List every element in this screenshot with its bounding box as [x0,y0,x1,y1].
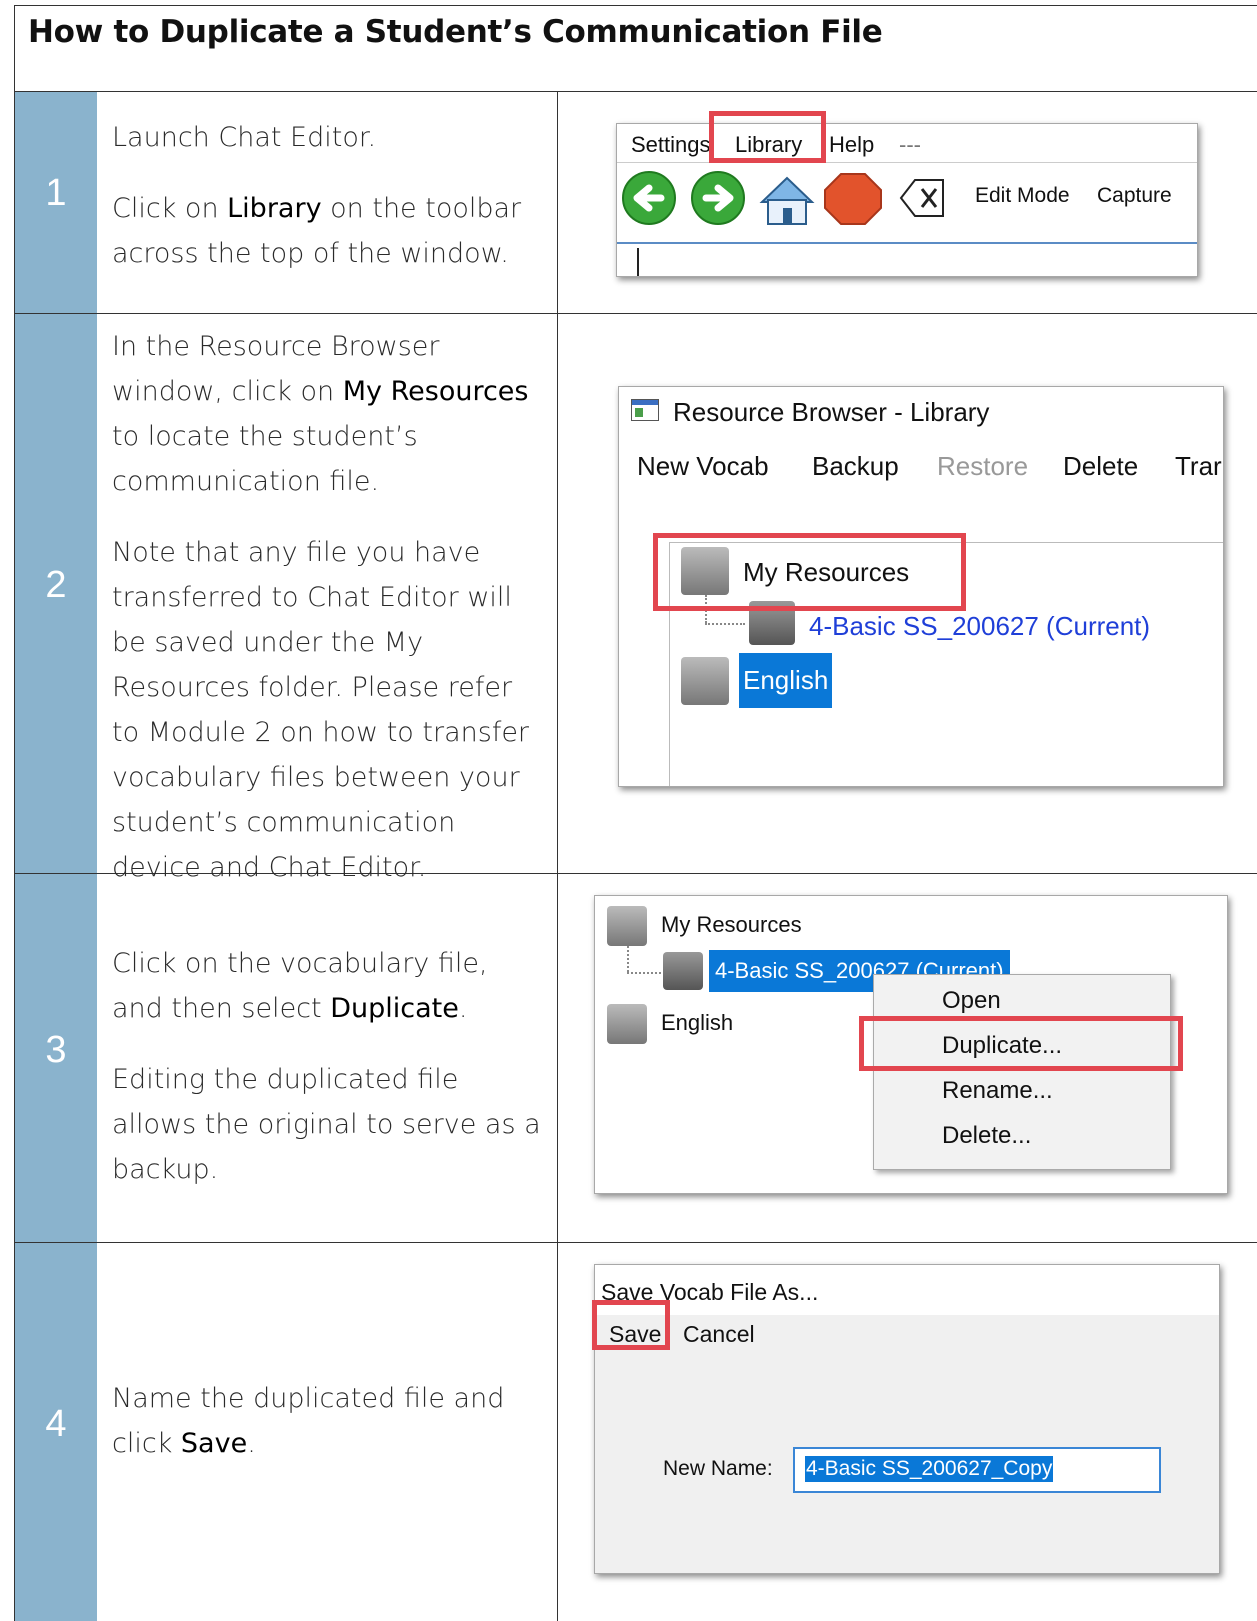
step-number: 2 [45,564,67,606]
restore-button[interactable]: Restore [937,451,1028,482]
stop-icon [824,173,882,225]
library-icon [607,906,647,946]
back-icon [622,171,676,225]
tree-my-resources[interactable]: My Resources [661,912,802,938]
step-2-text: In the Resource Browser window, click on… [112,324,542,916]
step-2-para: In the Resource Browser window, click on… [112,324,542,504]
chat-editor-screenshot: Settings Library Help --- Edit Mode Capt… [616,123,1198,277]
edit-mode-button[interactable]: Edit Mode [975,184,1070,208]
row-divider [14,91,1257,92]
row-divider [14,1242,1257,1243]
text-cursor [637,248,639,276]
text: Editing the duplicated file allows the o… [112,1064,541,1185]
tree-vocab-file[interactable]: 4-Basic SS_200627 (Current) [809,611,1150,642]
menu-open[interactable]: Open [942,987,1001,1015]
text: Name the duplicated file and click [112,1383,505,1459]
step-2-para: Note that any file you have transferred … [112,530,542,890]
tree-line [627,972,661,975]
text: . [458,993,468,1024]
window-title: Resource Browser - Library [673,397,990,427]
transfer-button[interactable]: Trar [1175,451,1222,482]
highlight-my-resources [653,533,966,611]
step-cell: 1 [15,92,97,313]
text: to locate the student’s communication fi… [112,421,418,497]
dialog-body [595,1315,1219,1573]
new-name-input[interactable]: 4-Basic SS_200627_Copy [793,1447,1161,1493]
tree-english[interactable]: English [739,653,833,708]
tree-line [627,946,630,972]
menu-separator: --- [899,132,921,157]
step-3-para: Editing the duplicated file allows the o… [112,1057,542,1192]
step-1-para: Click on Library on the toolbar across t… [112,186,542,276]
bold-term: Library [227,193,322,224]
step-number: 3 [45,1029,67,1071]
highlight-duplicate [859,1016,1183,1071]
menu-rename[interactable]: Rename... [942,1077,1053,1105]
step-3-para: Click on the vocabulary file, and then s… [112,941,542,1031]
bold-term: Save [180,1428,248,1459]
step-3-text: Click on the vocabulary file, and then s… [112,941,542,1218]
window-icon [631,399,659,421]
home-icon [759,176,815,225]
save-vocab-screenshot: Save Vocab File As... Save Cancel New Na… [594,1264,1220,1574]
step-cell: 2 [15,314,97,873]
menu-help[interactable]: Help [829,132,874,158]
clear-icon [899,179,944,217]
tree-english[interactable]: English [661,1010,733,1036]
col-divider [557,91,558,1621]
step-cell: 4 [15,1243,97,1621]
delete-button[interactable]: Delete [1063,451,1138,482]
menu-bar: Settings Library Help --- [617,124,1197,163]
vocab-file-icon [663,952,703,990]
text: . [247,1428,256,1459]
library-icon [607,1004,647,1044]
text: Click on [112,193,228,224]
bold-term: Duplicate [330,993,459,1024]
cancel-button[interactable]: Cancel [683,1321,755,1348]
step-1-para: Launch Chat Editor. [112,122,377,153]
backup-button[interactable]: Backup [812,451,899,482]
forward-icon [691,171,745,225]
step-4-text: Name the duplicated file and click Save. [112,1376,542,1492]
menu-delete[interactable]: Delete... [942,1122,1031,1150]
text: Note that any file you have transferred … [112,537,530,883]
context-menu: Open Duplicate... Rename... Delete... [873,974,1171,1170]
menu-settings[interactable]: Settings [631,132,711,158]
new-name-value: 4-Basic SS_200627_Copy [805,1456,1054,1482]
new-name-label: New Name: [663,1457,773,1480]
new-vocab-button[interactable]: New Vocab [637,451,769,482]
step-number: 1 [45,172,67,214]
bold-term: My Resources [342,376,529,407]
library-icon [681,657,729,705]
tree-line [705,623,745,626]
page-title: How to Duplicate a Student’s Communicati… [28,14,883,50]
message-bar[interactable] [617,242,1197,276]
step-1-text: Launch Chat Editor. Click on Library on … [112,115,542,302]
step-cell: 3 [15,874,97,1242]
step-4-para: Name the duplicated file and click Save. [112,1376,542,1466]
highlight-save [592,1300,670,1350]
row-divider [14,313,1257,314]
capture-button[interactable]: Capture [1097,184,1172,208]
table-border-top [14,5,1257,6]
highlight-library [709,111,826,163]
step-number: 4 [45,1403,67,1445]
